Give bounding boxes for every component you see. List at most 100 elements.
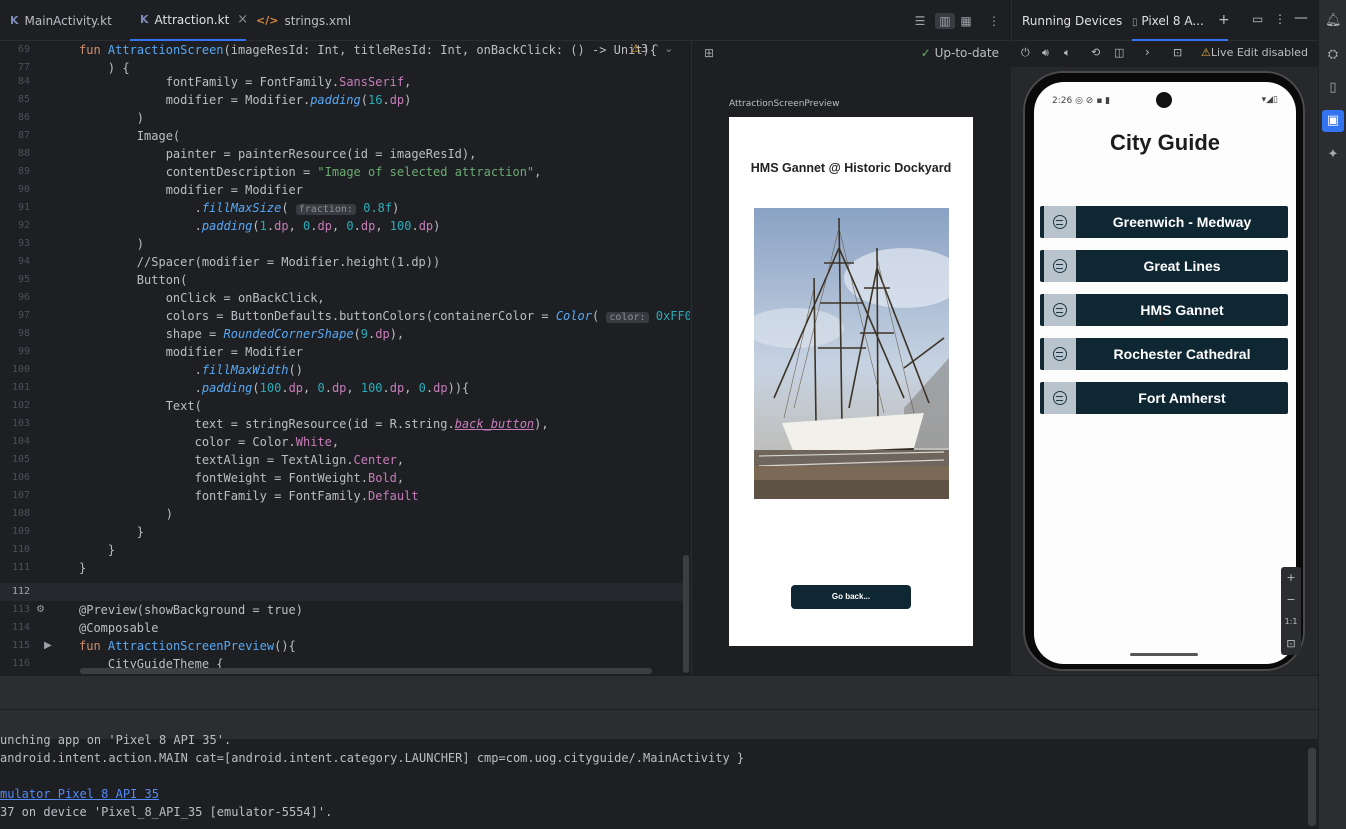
preview-back-button[interactable]: Go back... xyxy=(791,585,911,609)
compose-preview-pane: ⊞ ✓ Up-to-date AttractionScreenPreview H… xyxy=(691,41,1011,675)
code-line: 106 fontWeight = FontWeight.Bold, xyxy=(11,471,405,485)
zoom-actual-size[interactable]: 1:1 xyxy=(1281,611,1301,633)
kotlin-file-icon: K xyxy=(140,13,149,26)
kotlin-file-icon: K xyxy=(10,14,19,27)
code-editor[interactable]: 69 fun AttractionScreen(imageResId: Int, … xyxy=(0,41,690,675)
warnings-badge[interactable]: ⚠3 ⌃ ⌄ xyxy=(631,42,673,55)
code-line: 99 modifier = Modifier xyxy=(17,345,303,359)
vertical-scrollbar[interactable] xyxy=(683,555,689,673)
chevron-down-icon[interactable]: ⌄ xyxy=(664,42,673,55)
phone-screen[interactable]: 2:26 ◎ ⊘ ▪ ▮ ▾◢▯ City Guide Greenwich - … xyxy=(1034,82,1296,664)
code-line: 100 .fillMaxWidth() xyxy=(11,363,303,377)
attraction-image xyxy=(754,208,949,499)
emulator-area: 2:26 ◎ ⊘ ▪ ▮ ▾◢▯ City Guide Greenwich - … xyxy=(1011,67,1318,675)
attraction-button-fort-amherst[interactable]: Fort Amherst xyxy=(1040,382,1288,414)
code-line: 95 Button( xyxy=(17,273,188,287)
device-manager-icon[interactable]: ▯ xyxy=(1325,80,1341,96)
code-view-icon[interactable]: ☰ xyxy=(912,13,928,29)
preview-status[interactable]: ✓ Up-to-date xyxy=(921,46,999,60)
check-icon: ✓ xyxy=(920,46,931,60)
tab-label: Attraction.kt xyxy=(154,12,230,27)
gemini-icon[interactable]: ✦ xyxy=(1325,147,1341,163)
warning-icon: ⚠ xyxy=(1201,46,1211,59)
more-icon[interactable]: ⋮ xyxy=(1274,12,1286,26)
design-view-icon[interactable]: ▦ xyxy=(958,13,974,29)
tab-label: MainActivity.kt xyxy=(24,13,112,28)
volume-down-icon[interactable]: 🔈︎ xyxy=(1064,46,1071,60)
code-line: 101 .padding(100.dp, 0.dp, 100.dp, 0.dp)… xyxy=(11,381,470,395)
code-line: 103 text = stringResource(id = R.string.… xyxy=(11,417,549,431)
console-line: 37 on device 'Pixel_8_API_35 [emulator-5… xyxy=(0,805,333,819)
code-line: 94 //Spacer(modifier = Modifier.height(1… xyxy=(17,255,441,269)
code-line: 91 .fillMaxSize( fraction: 0.8f) xyxy=(17,201,400,215)
mouse-cursor-icon: ➤ xyxy=(1156,311,1168,327)
globe-icon xyxy=(1044,294,1076,326)
tab-label: strings.xml xyxy=(284,13,352,28)
code-line: 104 color = Color.White, xyxy=(11,435,340,449)
globe-icon xyxy=(1044,206,1076,238)
console-scrollbar[interactable] xyxy=(1308,748,1316,826)
zoom-out-icon[interactable]: − xyxy=(1281,589,1301,611)
preview-layout-icon[interactable]: ⊞ xyxy=(704,46,714,60)
volume-up-icon[interactable]: 🔊︎ xyxy=(1042,46,1049,60)
console-emulator-link[interactable]: mulator Pixel 8 API 35 xyxy=(0,785,159,803)
horizontal-scrollbar[interactable] xyxy=(80,668,652,674)
code-line: 97 colors = ButtonDefaults.buttonColors(… xyxy=(17,309,690,323)
code-line: 84 fontFamily = FontFamily.SansSerif, xyxy=(17,75,412,89)
code-line: 110 } xyxy=(11,543,116,557)
attraction-button-rochester[interactable]: Rochester Cathedral xyxy=(1040,338,1288,370)
chevron-right-icon[interactable]: › xyxy=(1145,45,1150,59)
xml-file-icon: </> xyxy=(256,14,279,27)
code-line: 87 Image( xyxy=(17,129,181,143)
code-line-current: 112 xyxy=(0,583,690,601)
code-line: 108 ) xyxy=(11,507,173,521)
run-console[interactable]: unching app on 'Pixel 8 API 35'. android… xyxy=(0,733,1318,829)
running-devices-icon[interactable]: ▣ xyxy=(1322,110,1344,132)
run-preview-icon[interactable]: ▶ xyxy=(44,637,52,655)
bottom-tool-window-bar xyxy=(0,675,1318,709)
code-line: 105 textAlign = TextAlign.Center, xyxy=(11,453,405,467)
power-icon[interactable]: ⏻ xyxy=(1021,46,1030,60)
code-line: 69 fun AttractionScreen(imageResId: Int, … xyxy=(17,43,657,57)
attraction-button-greenwich[interactable]: Greenwich - Medway xyxy=(1040,206,1288,238)
gradle-icon[interactable]: ⛭ xyxy=(1325,47,1341,63)
window-icon[interactable]: ▭ xyxy=(1252,12,1263,26)
screen-record-icon[interactable]: ⊡ xyxy=(1173,46,1182,59)
live-edit-status[interactable]: ⚠Live Edit disabled xyxy=(1201,46,1308,59)
gesture-home-bar[interactable] xyxy=(1130,653,1198,656)
code-line: 89 contentDescription = "Image of select… xyxy=(17,165,542,179)
code-line: 107 fontFamily = FontFamily.Default xyxy=(11,489,419,503)
tab-mainactivity[interactable]: K MainActivity.kt xyxy=(0,0,130,41)
code-line: 90 modifier = Modifier xyxy=(17,183,303,197)
minimize-icon[interactable]: — xyxy=(1294,10,1308,26)
code-line: 98 shape = RoundedCornerShape(9.dp), xyxy=(17,327,405,341)
add-device-icon[interactable]: + xyxy=(1218,12,1230,28)
running-devices-header: Running Devices ▯ Pixel 8 A... + ▭ ⋮ — xyxy=(1011,0,1318,41)
zoom-fit-icon[interactable]: ⊡ xyxy=(1281,633,1301,655)
console-line: unching app on 'Pixel 8 API 35'. xyxy=(0,733,232,747)
status-bar-icons: ▾◢▯ xyxy=(1261,95,1278,105)
tab-attraction[interactable]: K Attraction.kt × xyxy=(130,0,248,41)
preview-render[interactable]: HMS Gannet @ Historic Dockyard Go back..… xyxy=(729,117,973,646)
editor-tab-bar: K MainActivity.kt K Attraction.kt × </> … xyxy=(0,0,1010,41)
code-line: 86 ) xyxy=(17,111,145,125)
more-options-icon[interactable]: ⋮ xyxy=(986,13,1002,29)
preview-name-label: AttractionScreenPreview xyxy=(729,99,840,109)
tab-pixel-8[interactable]: ▯ Pixel 8 A... xyxy=(1132,0,1228,41)
code-line: 113 ⚙ @Preview(showBackground = true) xyxy=(11,601,303,619)
split-view-icon[interactable]: ▥ xyxy=(935,13,955,29)
code-line: 85 modifier = Modifier.padding(16.dp) xyxy=(17,93,412,107)
zoom-in-icon[interactable]: + xyxy=(1281,567,1301,589)
rotate-icon[interactable]: ⟲ xyxy=(1091,46,1100,59)
device-icon: ▯ xyxy=(1132,17,1138,28)
attraction-button-great-lines[interactable]: Great Lines xyxy=(1040,250,1288,282)
notifications-icon[interactable]: 🔔︎ xyxy=(1325,13,1342,29)
code-line: 115 ▶ fun AttractionScreenPreview(){ xyxy=(11,637,296,655)
preview-attraction-title: HMS Gannet @ Historic Dockyard xyxy=(750,161,952,175)
tab-strings-xml[interactable]: </> strings.xml xyxy=(246,0,356,41)
console-line: android.intent.action.MAIN cat=[android.… xyxy=(0,751,745,765)
code-line: 96 onClick = onBackClick, xyxy=(17,291,325,305)
fold-icon[interactable]: ◫ xyxy=(1114,46,1124,59)
preview-gear-icon[interactable]: ⚙ xyxy=(36,601,45,619)
chevron-up-icon[interactable]: ⌃ xyxy=(651,42,660,55)
